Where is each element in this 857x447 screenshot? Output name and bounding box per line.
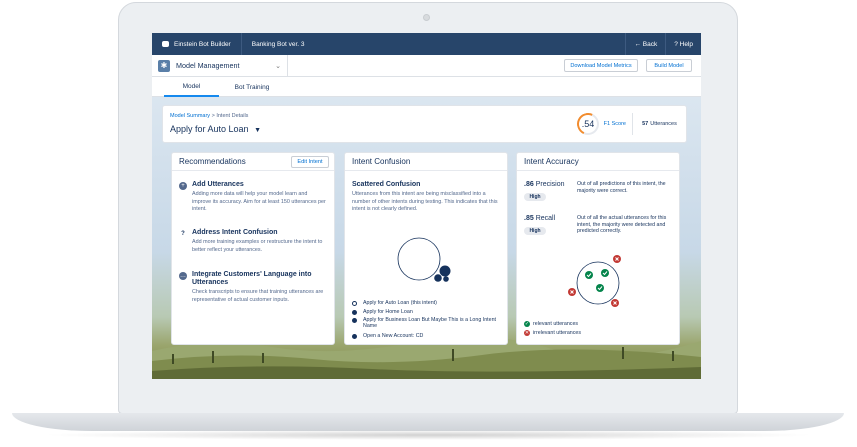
plus-icon: + <box>179 182 187 190</box>
page-title: Apply for Auto Loan <box>170 124 249 134</box>
recommendation-item: ? Address Intent Confusion Add more trai… <box>179 229 329 255</box>
legend-irrelevant: ✕ irrelevant utterances <box>524 330 581 336</box>
tab-model[interactable]: Model <box>164 77 219 97</box>
app-launcher[interactable]: Einstein Bot Builder <box>152 33 242 55</box>
tab-bar: Model Bot Training <box>152 77 701 97</box>
close-icon <box>568 288 576 296</box>
camera-dot <box>423 14 430 21</box>
legend-label: relevant utterances <box>533 321 579 327</box>
recommendation-body: Add more training examples or restructur… <box>192 239 323 253</box>
legend-item: Apply for Home Loan <box>352 309 413 315</box>
section-selector[interactable]: ✱ Model Management ⌄ <box>152 54 288 77</box>
recall-label: Recall <box>535 215 556 222</box>
screen: Einstein Bot Builder Banking Bot ver. 3 … <box>152 33 701 379</box>
recommendations-panel: Recommendations Edit Intent + Add Uttera… <box>171 152 335 345</box>
breadcrumb-model-summary[interactable]: Model Summary <box>170 113 210 119</box>
precision-description: Out of all predictions of this intent, t… <box>577 181 666 194</box>
recommendation-title: Address Intent Confusion <box>192 229 278 236</box>
breadcrumb-current: Intent Details <box>216 113 249 119</box>
legend-label: irrelevant utterances <box>533 330 581 336</box>
check-icon <box>596 284 604 292</box>
f1-score-label: F1 Score <box>603 121 626 127</box>
legend-label: Apply for Auto Loan (this intent) <box>363 300 437 306</box>
recall-description: Out of all the actual utterances for thi… <box>577 215 667 234</box>
recall-metric: .85 Recall <box>524 215 555 222</box>
legend-swatch <box>352 310 357 315</box>
bubble-new-account <box>443 276 449 282</box>
edit-intent-button[interactable]: Edit Intent <box>291 156 329 168</box>
intent-confusion-panel: Intent Confusion Scattered Confusion Utt… <box>344 152 508 345</box>
build-model-button[interactable]: Build Model <box>646 59 692 72</box>
utterance-count-value: 57 <box>642 121 649 127</box>
legend-swatch <box>352 318 357 323</box>
help-button[interactable]: ? Help <box>665 33 701 55</box>
breadcrumb: Model Summary > Intent Details <box>170 113 248 119</box>
accuracy-diagram <box>568 255 621 307</box>
bubble-home-loan <box>439 265 451 277</box>
model-management-icon: ✱ <box>158 59 170 72</box>
question-icon: ? <box>181 231 185 237</box>
close-icon <box>613 255 621 263</box>
laptop-shadow <box>40 430 817 440</box>
legend-relevant: ✓ relevant utterances <box>524 321 578 327</box>
breadcrumb-separator: > <box>211 113 215 119</box>
precision-label: Precision <box>535 181 565 188</box>
bot-icon <box>162 41 169 47</box>
legend-item: Apply for Business Loan But Maybe This i… <box>352 317 502 329</box>
recall-badge: High <box>524 227 546 235</box>
utterance-count-label: Utterances <box>650 121 677 127</box>
precision-metric: .86 Precision <box>524 181 564 188</box>
app-name: Einstein Bot Builder <box>174 40 231 48</box>
intent-selector[interactable]: Apply for Auto Loan ▼ <box>170 124 261 134</box>
score-ring: .54 <box>573 109 602 139</box>
laptop-base <box>12 413 844 431</box>
check-icon <box>585 271 593 279</box>
prediction-circle <box>576 261 620 305</box>
download-metrics-button[interactable]: Download Model Metrics <box>564 59 638 72</box>
legend-item: Open a New Account: CD <box>352 333 423 339</box>
precision-badge: High <box>524 193 546 201</box>
legend-swatch <box>352 301 357 306</box>
recommendation-item: … Integrate Customers' Language into Utt… <box>179 271 329 317</box>
check-icon: ✓ <box>524 321 530 327</box>
f1-score: .54 F1 Score <box>573 109 626 139</box>
bot-name: Banking Bot ver. 3 <box>251 40 305 48</box>
bubble-this-intent <box>397 237 441 281</box>
f1-score-value: .54 <box>581 119 594 129</box>
legend-label: Open a New Account: CD <box>363 333 424 339</box>
recommendation-body: Check transcripts to ensure that trainin… <box>192 289 324 303</box>
recommendation-title: Add Utterances <box>192 181 244 188</box>
chat-icon: … <box>179 272 187 280</box>
check-icon <box>601 269 609 277</box>
panel-title: Intent Confusion <box>345 153 507 171</box>
tab-bot-training[interactable]: Bot Training <box>227 77 277 97</box>
chevron-down-icon: ⌄ <box>275 62 281 70</box>
bubble-business-loan <box>434 274 442 282</box>
caret-down-icon: ▼ <box>254 127 262 134</box>
confusion-type: Scattered Confusion <box>352 181 421 188</box>
intent-accuracy-panel: Intent Accuracy .86 Precision High Out o… <box>516 152 680 345</box>
confusion-bubble-chart <box>397 237 451 282</box>
legend-swatch <box>352 334 357 339</box>
close-icon: ✕ <box>524 330 530 336</box>
back-button[interactable]: ← Back <box>625 33 665 55</box>
legend-label: Apply for Home Loan <box>363 309 413 315</box>
intent-summary-card: Model Summary > Intent Details Apply for… <box>162 105 687 143</box>
confusion-description: Utterances from this intent are being mi… <box>352 191 498 212</box>
content-area: Model Summary > Intent Details Apply for… <box>152 97 701 379</box>
global-header: Einstein Bot Builder Banking Bot ver. 3 … <box>152 33 701 55</box>
recommendation-item: + Add Utterances Adding more data will h… <box>179 181 329 217</box>
legend-label: Apply for Business Loan But Maybe This i… <box>363 317 496 329</box>
close-icon <box>611 299 619 307</box>
section-title: Model Management <box>176 61 240 70</box>
legend-item: Apply for Auto Loan (this intent) <box>352 300 437 306</box>
panel-title: Intent Accuracy <box>517 153 679 171</box>
utterance-count: 57 Utterances <box>632 113 686 135</box>
recommendation-body: Adding more data will help your model le… <box>192 191 326 212</box>
precision-value: .86 <box>524 181 534 188</box>
recommendation-title: Integrate Customers' Language into Utter… <box>192 271 312 286</box>
recall-value: .85 <box>524 215 534 222</box>
